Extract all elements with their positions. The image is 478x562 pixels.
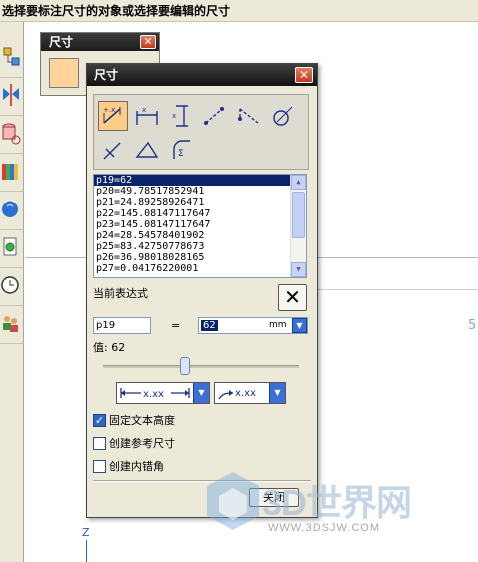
text-placement-face: x.xx xyxy=(216,384,268,402)
checkbox[interactable] xyxy=(93,459,106,473)
chevron-down-icon[interactable]: ▼ xyxy=(193,383,209,403)
expression-value: 62 xyxy=(201,320,218,331)
list-item[interactable]: p23=145.08147117647 xyxy=(94,219,290,230)
value-slider[interactable] xyxy=(103,365,299,368)
expression-list[interactable]: p19=62 p20=49.78517852941 p21=24.892589264… xyxy=(93,174,307,278)
clear-expression-button[interactable]: ✕ xyxy=(278,284,307,311)
network-icon[interactable] xyxy=(0,194,23,230)
list-item[interactable]: p19=62 xyxy=(94,175,290,186)
back-close-icon[interactable]: ✕ xyxy=(140,35,156,49)
checkbox[interactable]: ✓ xyxy=(93,413,106,427)
current-expression-label: 当前表达式 xyxy=(93,287,148,300)
expression-name-field[interactable]: p19 xyxy=(93,317,151,334)
checkbox-row[interactable]: 创建内错角 xyxy=(93,458,164,474)
expression-list-scrollbar[interactable]: ▲ ▼ xyxy=(290,175,306,277)
books-icon[interactable] xyxy=(0,156,23,192)
angular-dimension-icon[interactable] xyxy=(132,135,162,165)
text-placement-text: x.xx xyxy=(235,388,256,399)
scroll-down-icon[interactable]: ▼ xyxy=(291,262,306,277)
diameter-dimension-icon[interactable] xyxy=(268,101,298,131)
list-item[interactable]: p24=28.54578401902 xyxy=(94,230,290,241)
left-toolbar xyxy=(0,22,24,562)
back-dialog-title: 尺寸 ✕ xyxy=(41,33,159,51)
tolerance-style-face: x.xx xyxy=(118,384,192,402)
watermark-logo-icon xyxy=(205,470,261,537)
axis-label-z: Z xyxy=(82,526,90,539)
horizontal-dimension-icon[interactable]: x xyxy=(132,101,162,131)
text-placement-dropdown[interactable]: x.xx ▼ xyxy=(214,382,286,404)
inferred-dimension-icon[interactable]: +.x xyxy=(98,101,128,131)
checkbox-row[interactable]: ✓ 固定文本高度 xyxy=(93,412,175,428)
list-item[interactable]: p25=83.42750778673 xyxy=(94,241,290,252)
watermark-brand: 3D世界网 xyxy=(262,482,412,523)
mirror-icon[interactable] xyxy=(0,80,23,116)
svg-text:Σ: Σ xyxy=(178,149,184,159)
chamfer-dimension-icon[interactable] xyxy=(98,135,128,165)
status-prompt: 选择要标注尺寸的对象或选择要编辑的尺寸 xyxy=(0,0,478,22)
checkbox-label: 创建内错角 xyxy=(109,460,164,473)
list-item[interactable]: p20=49.78517852941 xyxy=(94,186,290,197)
canvas-grid-line xyxy=(318,289,478,290)
clock-icon[interactable] xyxy=(0,270,23,306)
scroll-up-icon[interactable]: ▲ xyxy=(291,175,306,190)
unit-label: mm xyxy=(269,320,287,330)
svg-text:+.x: +.x xyxy=(103,106,115,114)
chevron-down-icon[interactable]: ▼ xyxy=(269,383,285,403)
tolerance-style-dropdown[interactable]: x.xx ▼ xyxy=(116,382,210,404)
radius-dimension-icon[interactable]: Σ xyxy=(166,135,196,165)
expression-value-field[interactable]: 62 mm ▼ xyxy=(198,317,308,334)
assembly-icon[interactable] xyxy=(0,42,23,78)
list-item[interactable]: p21=24.89258926471 xyxy=(94,197,290,208)
dimension-type-panel: +.x x x Σ xyxy=(93,94,309,170)
svg-text:x: x xyxy=(172,112,176,120)
value-slider-thumb[interactable] xyxy=(180,357,191,375)
inferred-dimension-icon[interactable] xyxy=(49,58,79,88)
canvas-marker: 5 xyxy=(468,318,477,333)
checkbox-label: 固定文本高度 xyxy=(109,414,175,427)
tolerance-style-text: x.xx xyxy=(143,389,164,400)
dialog-title: 尺寸 xyxy=(94,68,119,82)
back-dialog-title-text: 尺寸 xyxy=(49,35,74,49)
dialog-title-bar[interactable]: 尺寸 ✕ xyxy=(87,64,317,86)
checkbox[interactable] xyxy=(93,436,106,450)
scroll-thumb[interactable] xyxy=(292,192,305,238)
vertical-dimension-icon[interactable]: x xyxy=(166,101,196,131)
list-item[interactable]: p26=36.98018028165 xyxy=(94,252,290,263)
list-item[interactable]: p22=145.08147117647 xyxy=(94,208,290,219)
perpendicular-dimension-icon[interactable] xyxy=(234,101,264,131)
close-icon[interactable]: ✕ xyxy=(295,67,313,83)
checkbox-row[interactable]: 创建参考尺寸 xyxy=(93,435,175,451)
checkbox-label: 创建参考尺寸 xyxy=(109,437,175,450)
users-icon[interactable] xyxy=(0,308,23,344)
dimension-dialog: 尺寸 ✕ +.x x x Σ p19=62 p20=49.78517852941… xyxy=(86,63,318,518)
equals-sign: = xyxy=(171,319,181,332)
list-item[interactable]: p27=0.04176220001 xyxy=(94,263,290,274)
z-axis-line xyxy=(86,540,87,562)
value-readout: 值: 62 xyxy=(93,341,126,354)
watermark-url: WWW.3DSJW.COM xyxy=(268,522,380,534)
cylinder-icon[interactable] xyxy=(0,118,23,154)
unit-dropdown-icon[interactable]: ▼ xyxy=(292,318,307,333)
document-icon[interactable] xyxy=(0,232,23,268)
svg-text:x: x xyxy=(142,106,146,114)
parallel-dimension-icon[interactable] xyxy=(200,101,230,131)
